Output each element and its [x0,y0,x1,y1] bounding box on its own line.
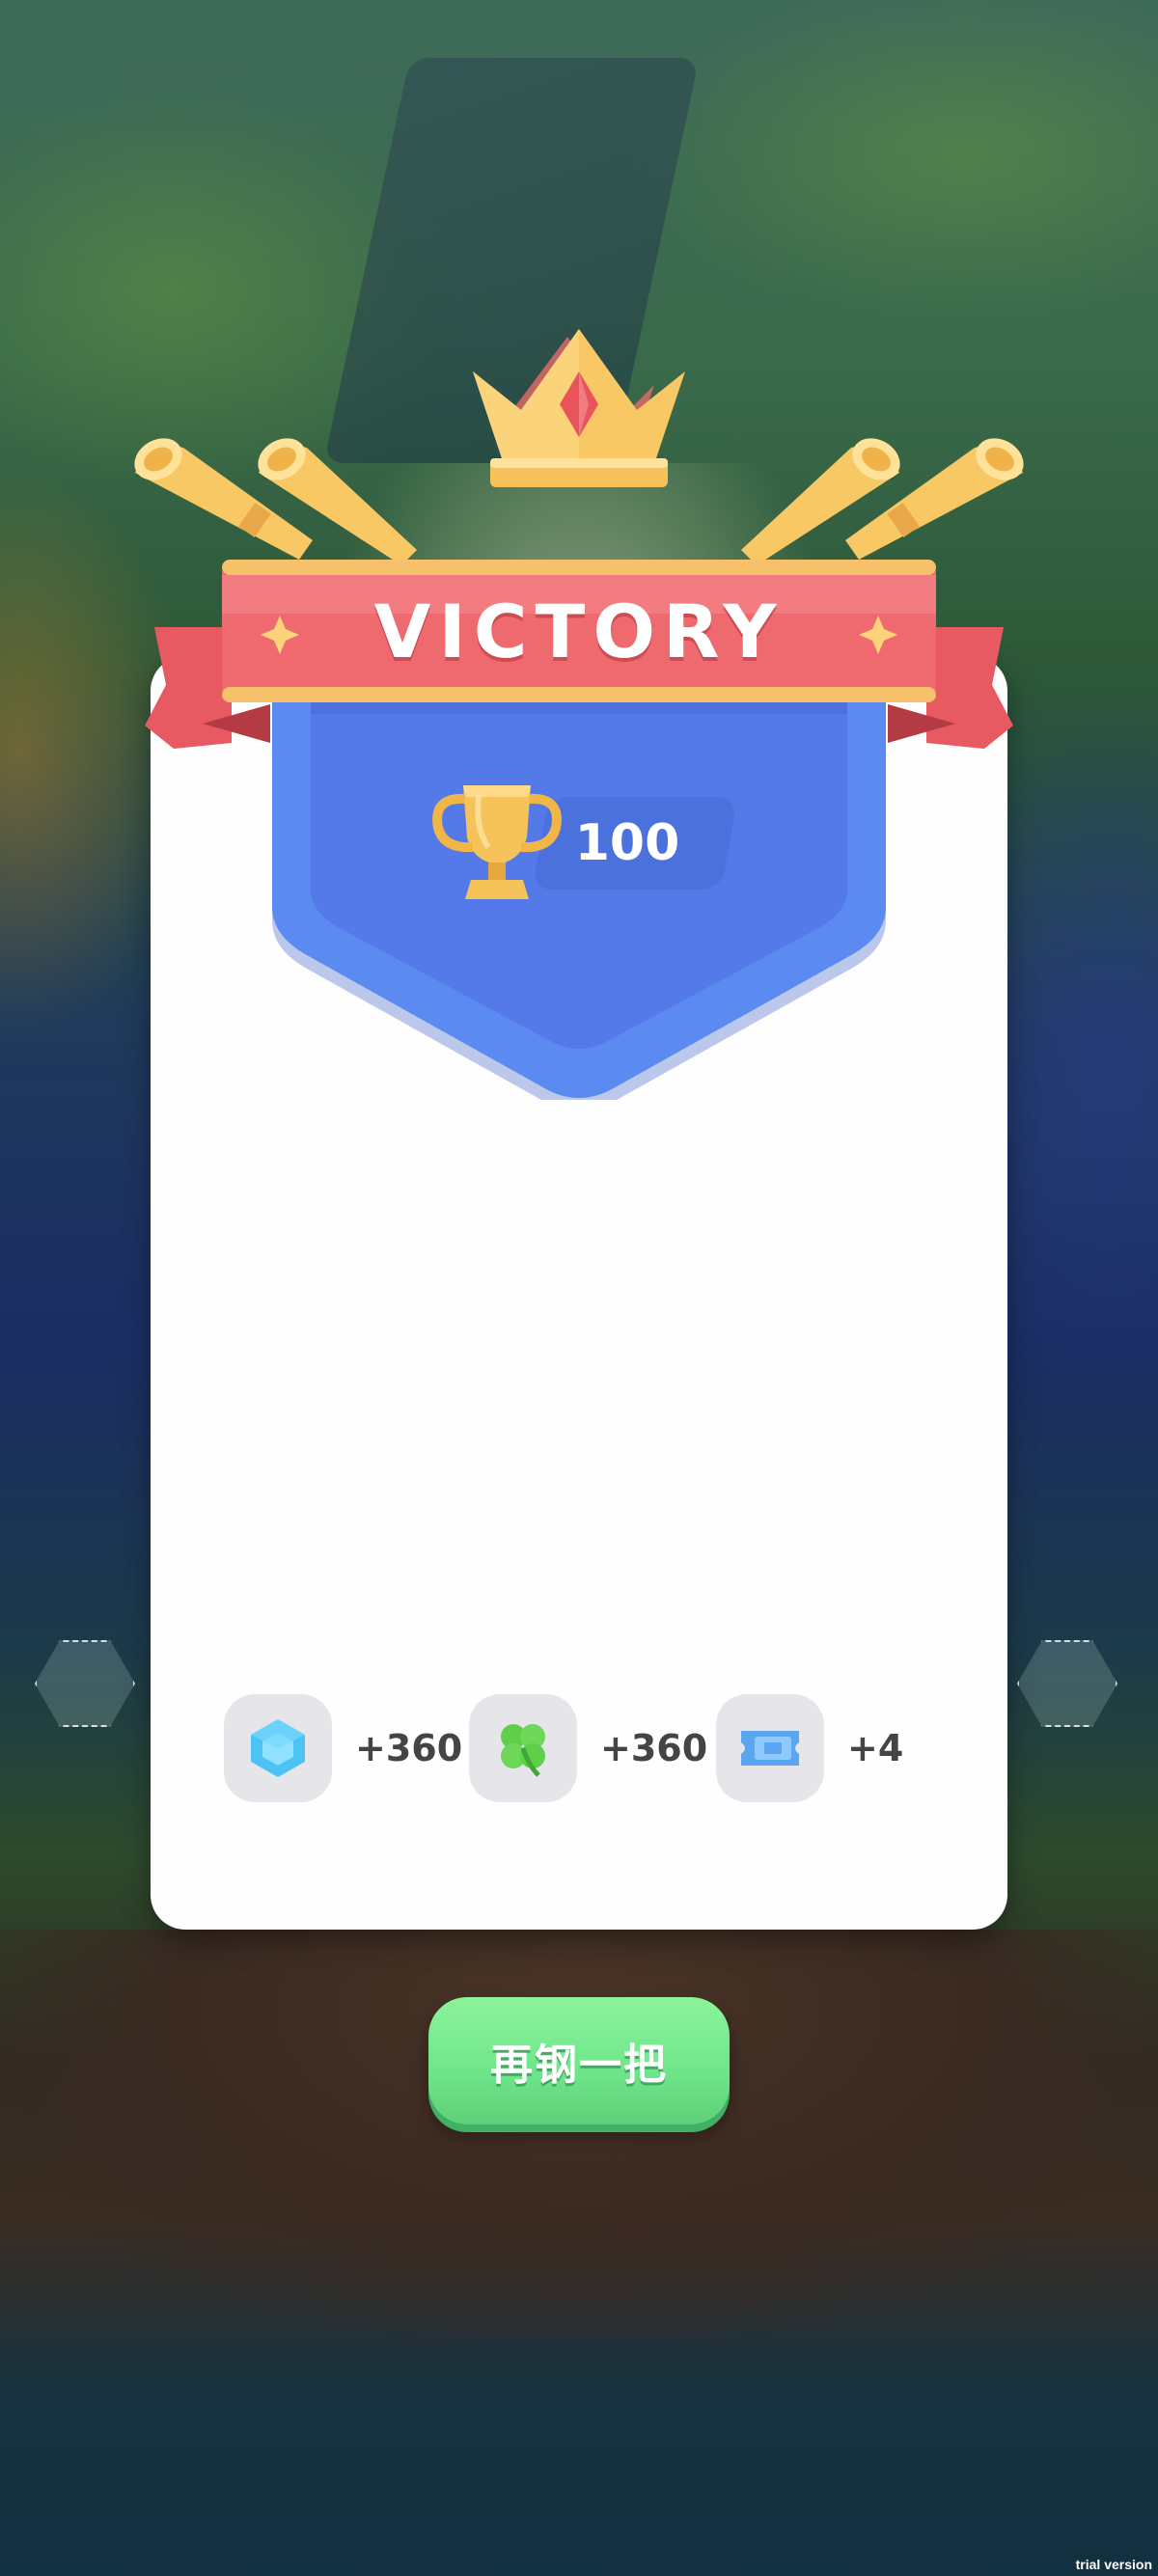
reward-clover-amount: +360 [600,1727,708,1769]
trial-watermark: trial version [1075,2557,1152,2572]
ticket-icon [741,1731,799,1766]
reward-ticket-amount: +4 [847,1727,904,1769]
horn-icon-right-outer [845,438,1024,560]
horn-icon-left-inner [258,438,417,565]
victory-title: VICTORY [373,589,785,674]
background-floating-island [0,1930,1158,2335]
play-again-button[interactable]: 再钢一把 [428,1997,730,2124]
reward-gem-amount: +360 [355,1727,463,1769]
score-value: 100 [574,814,680,872]
crown-icon [473,329,685,487]
gem-icon [251,1719,305,1777]
reward-gem-tile [224,1694,332,1802]
reward-ticket-tile [716,1694,824,1802]
clover-icon [501,1724,545,1777]
reward-clover-tile [469,1694,577,1802]
